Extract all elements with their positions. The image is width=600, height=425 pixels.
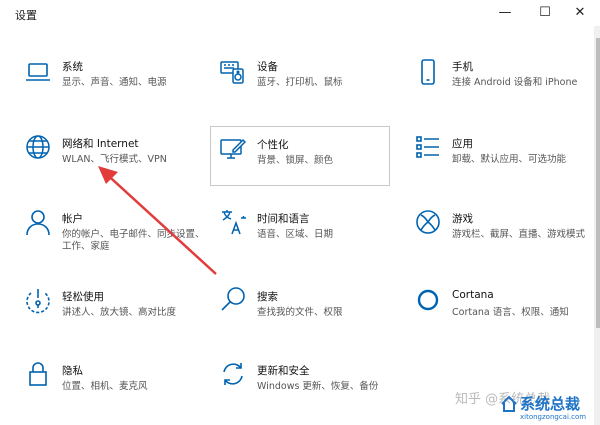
tile-title: 应用: [452, 138, 473, 150]
search-icon: [219, 285, 247, 313]
tile-description: 游戏栏、截屏、直播、游戏模式: [452, 229, 586, 240]
tile-devices[interactable]: 设备 蓝牙、打印机、鼠标: [210, 50, 396, 110]
tile-ease-of-access[interactable]: 轻松使用 讲述人、放大镜、高对比度: [15, 281, 201, 341]
tile-title: 隐私: [62, 365, 83, 377]
apps-list-icon: [414, 133, 442, 161]
tile-description: 卸载、默认应用、可选功能: [452, 154, 567, 165]
tile-title: 系统: [62, 61, 83, 73]
minimize-button[interactable]: —: [490, 0, 520, 26]
tile-title: 帐户: [62, 213, 83, 225]
tile-title: 设备: [257, 61, 278, 73]
tile-title: 轻松使用: [62, 291, 104, 303]
phone-icon: [414, 58, 442, 86]
tile-title: 个性化: [257, 139, 289, 151]
tile-cortana[interactable]: Cortana Cortana 语言、权限、通知: [405, 281, 591, 341]
scrollbar-thumb[interactable]: [596, 38, 600, 328]
tile-description: Cortana 语言、权限、通知: [452, 307, 569, 318]
window-title: 设置: [15, 9, 37, 22]
tile-title: 时间和语言: [257, 213, 310, 225]
tile-description: 位置、相机、麦克风: [62, 381, 148, 392]
tile-accounts[interactable]: 帐户 你的帐户、电子邮件、同步设置、 工作、家庭: [15, 203, 205, 252]
tile-description: 语音、区域、日期: [257, 229, 334, 240]
tile-description: 背景、锁屏、颜色: [257, 155, 334, 166]
tile-description: Windows 更新、恢复、备份: [257, 381, 379, 392]
tile-description: 查找我的文件、权限: [257, 307, 343, 318]
lock-icon: [24, 360, 52, 388]
house-logo-icon: [501, 395, 517, 412]
tile-description: 显示、声音、通知、电源: [62, 77, 167, 88]
tile-gaming[interactable]: 游戏 游戏栏、截屏、直播、游戏模式: [405, 203, 591, 263]
tile-update-security[interactable]: 更新和安全 Windows 更新、恢复、备份: [210, 355, 396, 415]
tile-title: 网络和 Internet: [62, 138, 139, 150]
tile-network[interactable]: 网络和 Internet WLAN、飞行模式、VPN: [15, 127, 201, 187]
tile-time-language[interactable]: 时间和语言 语音、区域、日期: [210, 203, 396, 263]
tile-privacy[interactable]: 隐私 位置、相机、麦克风: [15, 355, 201, 415]
laptop-icon: [24, 58, 52, 86]
tile-personalization[interactable]: 个性化 背景、锁屏、颜色: [210, 126, 390, 186]
tile-description: 讲述人、放大镜、高对比度: [62, 307, 177, 318]
tile-description: 连接 Android 设备和 iPhone: [452, 77, 578, 88]
time-language-icon: [219, 208, 247, 236]
tile-title: 更新和安全: [257, 365, 310, 377]
tile-search[interactable]: 搜索 查找我的文件、权限: [210, 281, 396, 341]
tile-title: 游戏: [452, 213, 473, 225]
tile-description: 蓝牙、打印机、鼠标: [257, 77, 343, 88]
person-icon: [24, 208, 52, 236]
xbox-icon: [414, 208, 442, 236]
tile-title: Cortana: [452, 289, 494, 301]
tile-system[interactable]: 系统 显示、声音、通知、电源: [15, 50, 201, 110]
personalization-icon: [219, 135, 247, 163]
tile-description: 工作、家庭: [62, 241, 110, 252]
update-icon: [219, 360, 247, 388]
tile-phone[interactable]: 手机 连接 Android 设备和 iPhone: [405, 50, 591, 110]
maximize-button[interactable]: ☐: [530, 0, 560, 26]
watermark-url: xitongzongcai.com: [520, 413, 587, 421]
tile-title: 手机: [452, 61, 473, 73]
watermark-logo: 系统总裁: [520, 395, 581, 413]
ease-of-access-icon: [24, 287, 52, 315]
tile-apps[interactable]: 应用 卸载、默认应用、可选功能: [405, 127, 591, 187]
tile-title: 搜索: [257, 291, 278, 303]
devices-icon: [219, 58, 247, 86]
globe-icon: [24, 133, 52, 161]
cortana-icon: [414, 286, 442, 314]
close-button[interactable]: ✕: [565, 0, 595, 26]
title-bar: 设置 — ☐ ✕: [0, 0, 600, 26]
tile-description: WLAN、飞行模式、VPN: [62, 154, 167, 165]
